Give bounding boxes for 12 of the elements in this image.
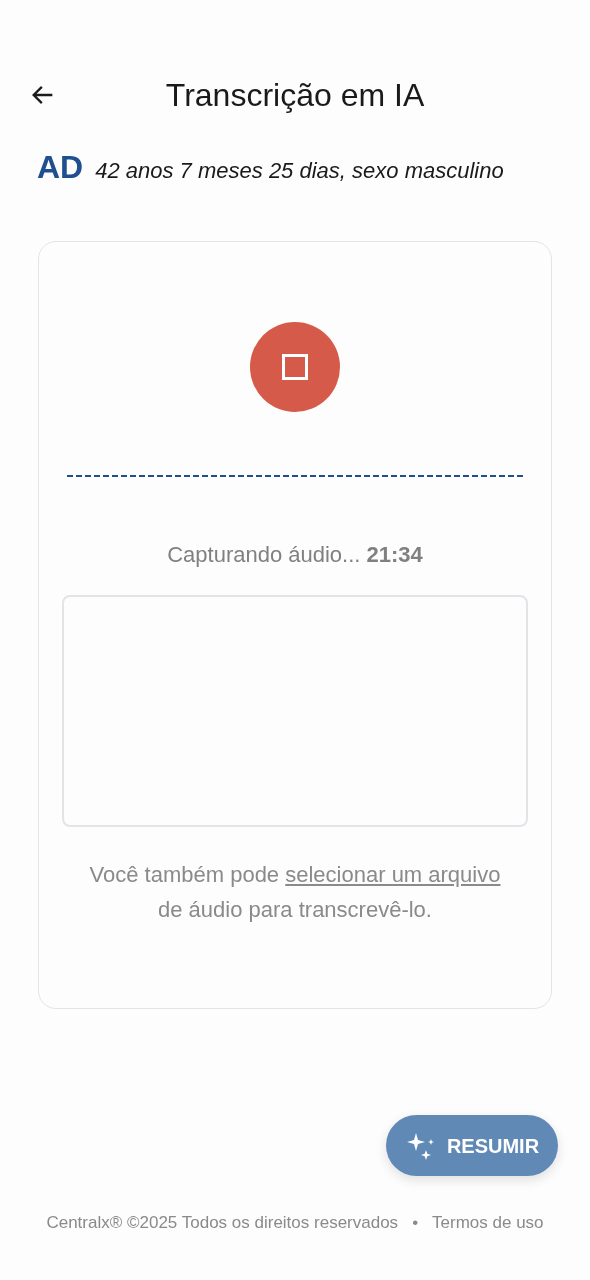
patient-initials: AD [37, 148, 84, 187]
separator-dot: • [412, 1212, 419, 1234]
copyright-text: Centralx® ©2025 Todos os direitos reservados [46, 1212, 399, 1234]
capture-status: Capturando áudio... 21:34 [167, 541, 423, 569]
select-file-link[interactable]: selecionar um arquivo [285, 862, 501, 887]
summarize-button[interactable]: RESUMIR [386, 1115, 558, 1176]
transcript-field[interactable] [62, 595, 528, 827]
stop-icon [282, 354, 308, 380]
terms-link[interactable]: Termos de uso [432, 1210, 544, 1236]
page-title: Transcrição em IA [165, 77, 425, 113]
patient-details: 42 anos 7 meses 25 dias, sexo masculino [95, 157, 504, 185]
file-upload-hint: Você também pode selecionar um arquivo de áudio para transcrevê-lo. [88, 861, 502, 924]
